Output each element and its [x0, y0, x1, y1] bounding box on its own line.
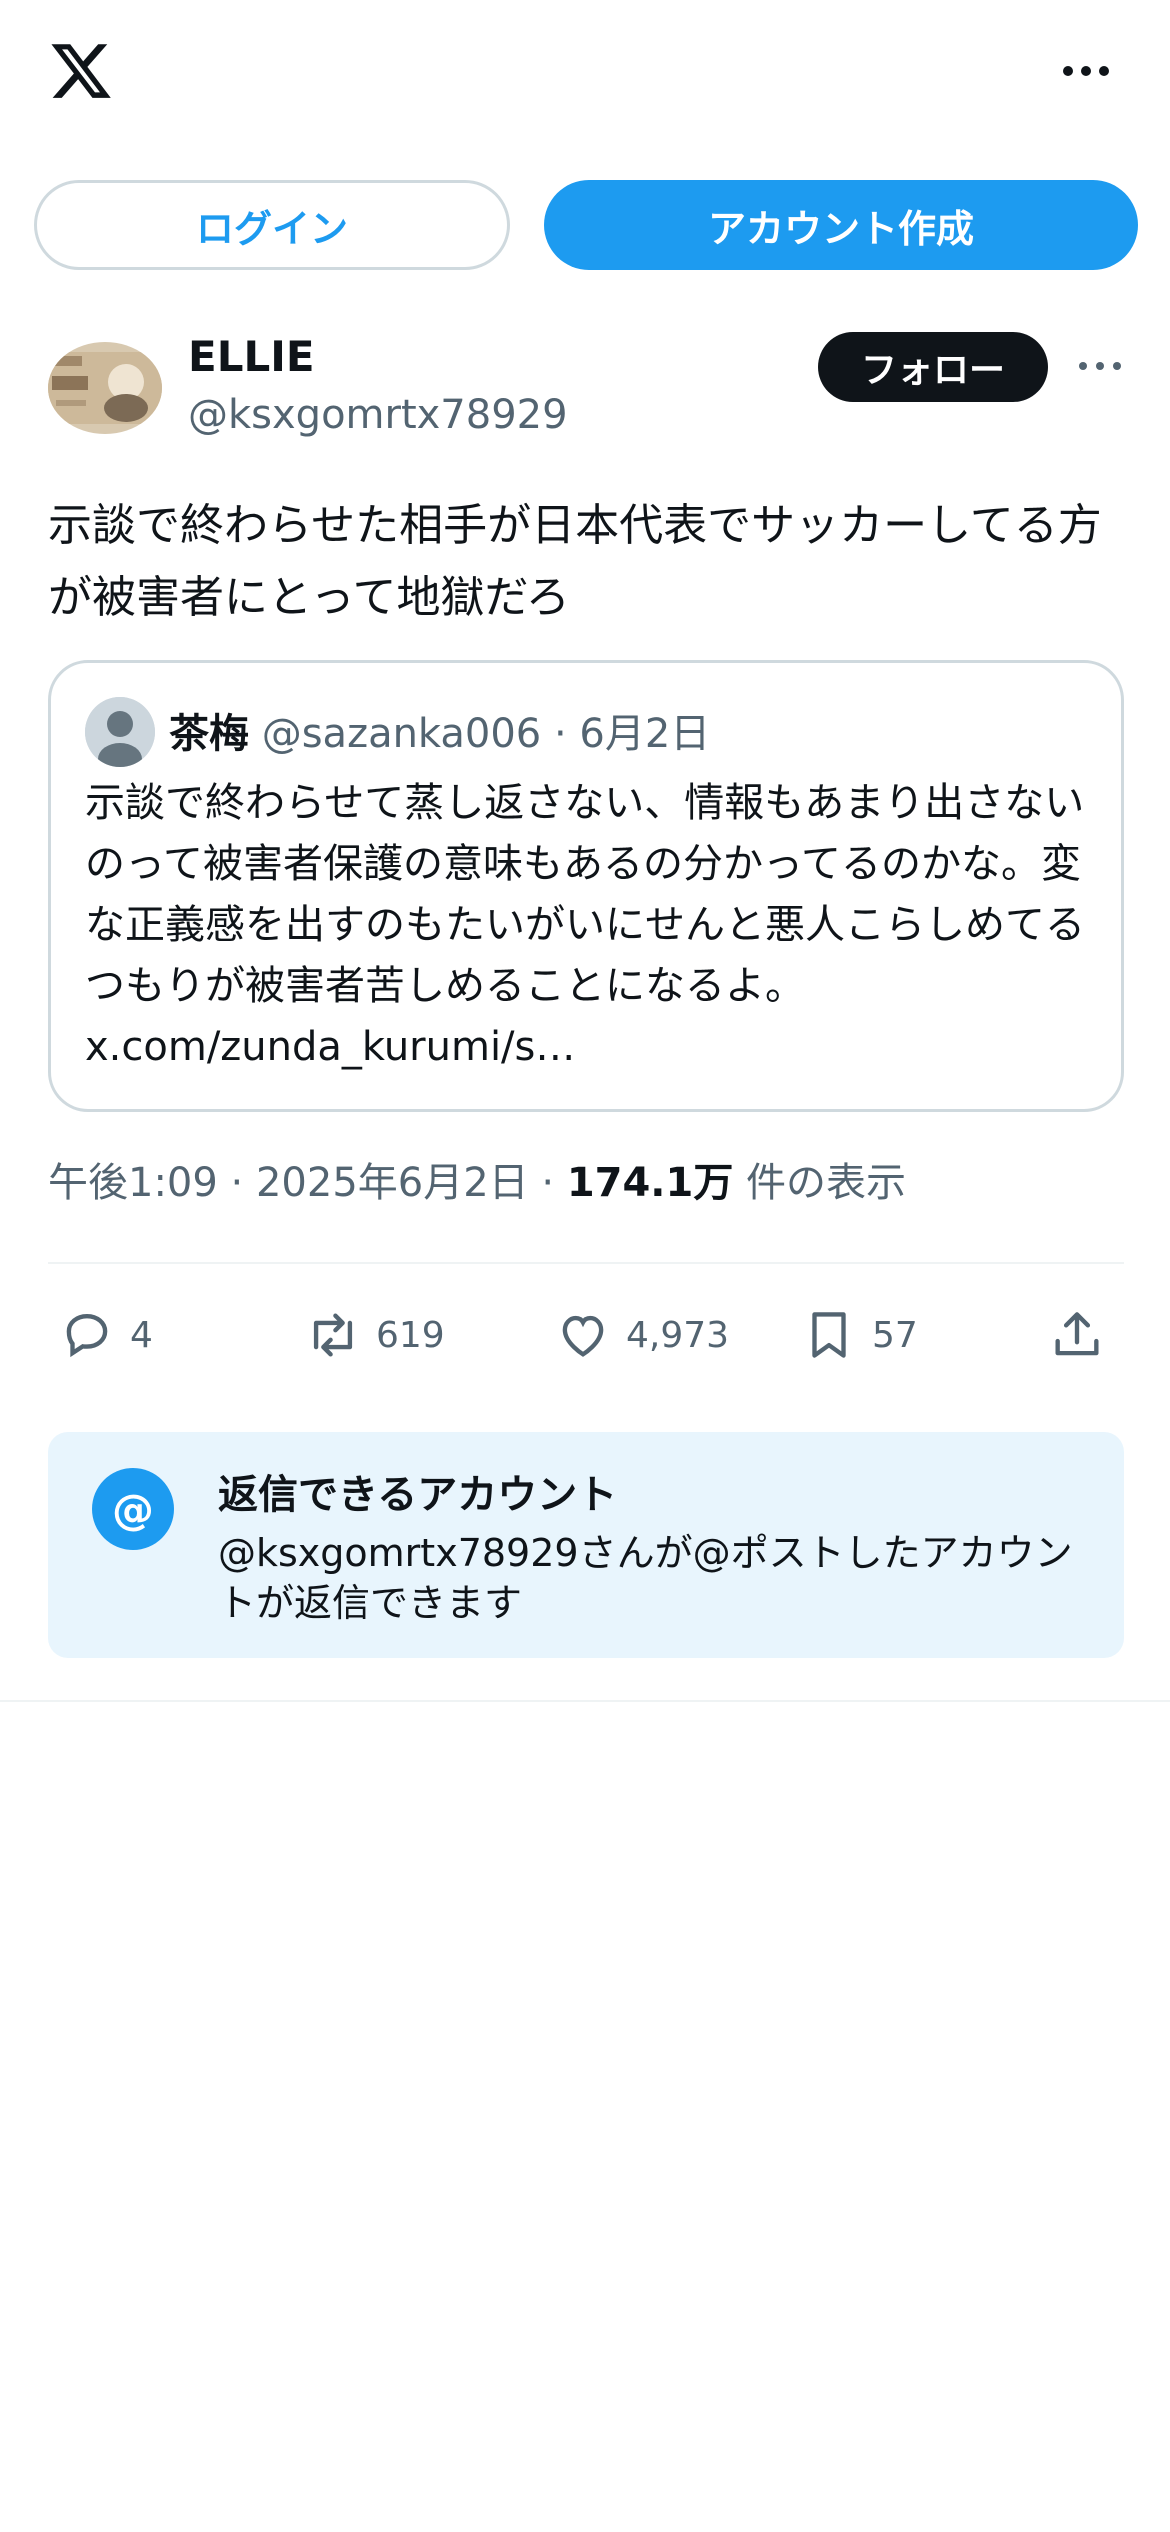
post-more-icon[interactable]: [1078, 354, 1128, 378]
reply-icon: [66, 1313, 108, 1358]
auth-buttons: ログイン アカウント作成: [34, 180, 1138, 270]
quote-date: · 6月2日: [553, 711, 711, 757]
post-timestamp: 午後1:09 · 2025年6月2日 · 174.1万 件の表示: [48, 1150, 906, 1208]
action-bar: 4 619 4,973 57: [48, 1290, 1124, 1380]
quote-text: 示談で終わらせて蒸し返さない、情報もあまり出さないのって被害者保護の意味もあるの…: [85, 780, 1085, 1070]
repost-button[interactable]: 619: [304, 1290, 445, 1380]
top-bar: [0, 0, 1170, 150]
post-time[interactable]: 午後1:09 · 2025年6月2日 ·: [48, 1160, 567, 1206]
divider: [48, 1262, 1124, 1264]
reply-count: 4: [130, 1314, 153, 1356]
at-icon: @: [92, 1468, 174, 1550]
views-label: 件の表示: [733, 1160, 907, 1206]
bookmark-icon: [812, 1312, 846, 1358]
quote-avatar[interactable]: [85, 697, 155, 767]
reply-restriction-description: @ksxgomrtx78929さんが@ポストしたアカウントが返信できます: [218, 1531, 1073, 1625]
x-logo-icon[interactable]: [46, 38, 116, 104]
avatar[interactable]: [48, 342, 162, 434]
post-author: ELLIE @ksxgomrtx78929 フォロー: [48, 330, 1128, 450]
quote-author-name: 茶梅: [169, 711, 249, 757]
share-button[interactable]: [1048, 1290, 1106, 1380]
login-button[interactable]: ログイン: [34, 180, 510, 270]
more-options-icon[interactable]: [1060, 50, 1112, 92]
post-text: 示談で終わらせた相手が日本代表でサッカーしてる方が被害者にとって地獄だろ: [48, 500, 1102, 623]
heart-icon: [562, 1315, 604, 1357]
author-handle[interactable]: @ksxgomrtx78929: [188, 392, 568, 438]
follow-button[interactable]: フォロー: [818, 332, 1048, 402]
quote-header: 茶梅 @sazanka006 · 6月2日: [169, 701, 710, 759]
like-count: 4,973: [626, 1314, 730, 1356]
views-count: 174.1万: [566, 1160, 734, 1206]
quoted-post[interactable]: 茶梅 @sazanka006 · 6月2日 示談で終わらせて蒸し返さない、情報も…: [48, 660, 1124, 1112]
author-name[interactable]: ELLIE: [188, 332, 315, 381]
repost-icon: [313, 1313, 353, 1357]
signup-button[interactable]: アカウント作成: [544, 180, 1138, 270]
reply-restriction-notice: @ 返信できるアカウント @ksxgomrtx78929さんが@ポストしたアカウ…: [48, 1432, 1124, 1658]
reply-button[interactable]: 4: [58, 1290, 153, 1380]
reply-restriction-title: 返信できるアカウント: [218, 1472, 618, 1518]
bookmark-count: 57: [872, 1314, 918, 1356]
repost-count: 619: [376, 1314, 445, 1356]
divider: [0, 1700, 1170, 1702]
quote-handle: @sazanka006: [261, 711, 542, 757]
like-button[interactable]: 4,973: [554, 1290, 729, 1380]
bookmark-button[interactable]: 57: [800, 1290, 918, 1380]
share-icon: [1055, 1312, 1099, 1356]
